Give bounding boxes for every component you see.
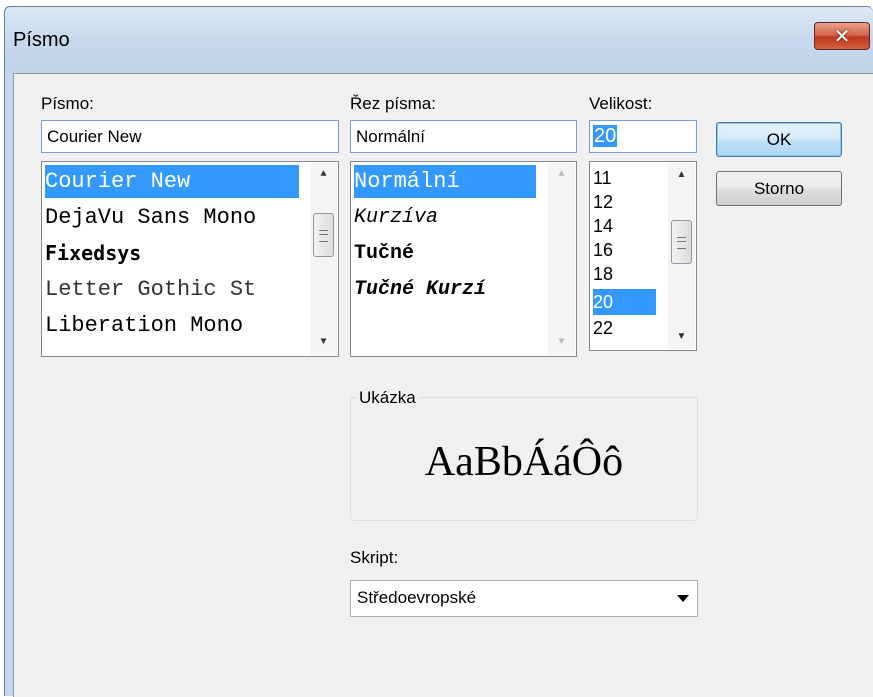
style-list-item-italic[interactable]: Kurzíva <box>354 201 438 234</box>
font-size-value: 20 <box>593 125 618 147</box>
size-list-item[interactable]: 22 <box>593 316 613 340</box>
font-list-item-liberation-mono[interactable]: Liberation Mono <box>45 309 243 342</box>
sample-text: AaBbÁáÔô <box>424 439 624 485</box>
style-list-item-normal[interactable]: Normální <box>354 165 536 198</box>
close-icon: ✕ <box>833 24 851 48</box>
dialog-client-area: Písmo: Courier New Courier New DejaVu Sa… <box>13 73 873 697</box>
size-list-scrollbar[interactable]: ▲ ▼ <box>668 163 695 349</box>
font-name-value: Courier New <box>47 127 142 146</box>
script-label: Skript: <box>350 548 399 567</box>
font-size-input[interactable]: 20 <box>589 120 697 153</box>
chevron-down-icon[interactable] <box>677 595 689 602</box>
scroll-thumb[interactable] <box>313 213 334 257</box>
size-label: Velikost: <box>589 94 653 113</box>
ok-button[interactable]: OK <box>716 122 842 157</box>
scroll-thumb[interactable] <box>671 220 692 264</box>
scroll-down-icon: ▼ <box>558 337 565 348</box>
size-list[interactable]: 11 12 14 16 18 20 22 ▲ ▼ <box>589 161 697 351</box>
font-list-scrollbar[interactable]: ▲ ▼ <box>310 163 337 355</box>
sample-label: Ukázka <box>356 388 419 408</box>
font-list-item-dejavu-sans-mono[interactable]: DejaVu Sans Mono <box>45 201 256 234</box>
window-title: Písmo <box>13 29 70 51</box>
scroll-up-icon[interactable]: ▲ <box>668 165 695 185</box>
size-list-item-selected[interactable]: 20 <box>593 289 656 315</box>
sample-group: AaBbÁáÔô <box>350 397 698 521</box>
scroll-down-icon[interactable]: ▼ <box>668 327 695 347</box>
font-dialog-window: Písmo ✕ Písmo: Courier New Courier New D… <box>4 6 873 697</box>
font-list-item-letter-gothic[interactable]: Letter Gothic St <box>45 273 256 306</box>
style-label: Řez písma: <box>350 94 436 113</box>
font-style-value: Normální <box>356 127 425 146</box>
script-value: Středoevropské <box>357 588 477 607</box>
style-list-item-bold-italic[interactable]: Tučné Kurzí <box>354 273 534 306</box>
style-list[interactable]: Normální Kurzíva Tučné Tučné Kurzí ▲ ▼ <box>350 161 577 357</box>
font-style-input[interactable]: Normální <box>350 120 577 153</box>
size-list-item[interactable]: 16 <box>593 238 613 262</box>
size-list-item[interactable]: 18 <box>593 262 613 286</box>
cancel-button[interactable]: Storno <box>716 171 842 206</box>
style-list-item-bold[interactable]: Tučné <box>354 237 414 270</box>
size-list-item[interactable]: 12 <box>593 190 613 214</box>
title-bar[interactable]: Písmo ✕ <box>5 7 873 73</box>
style-list-scrollbar: ▲ ▼ <box>548 163 575 355</box>
scroll-down-icon[interactable]: ▼ <box>310 333 337 353</box>
size-list-item[interactable]: 14 <box>593 214 613 238</box>
scroll-up-icon[interactable]: ▲ <box>310 165 337 185</box>
font-list-item-fixedsys[interactable]: Fixedsys <box>45 237 141 270</box>
font-label: Písmo: <box>41 94 94 113</box>
script-dropdown[interactable]: Středoevropské <box>350 580 698 617</box>
size-list-item[interactable]: 11 <box>593 166 612 190</box>
font-name-input[interactable]: Courier New <box>41 120 339 153</box>
close-button[interactable]: ✕ <box>814 22 870 50</box>
font-list[interactable]: Courier New DejaVu Sans Mono Fixedsys Le… <box>41 161 339 357</box>
scroll-up-icon: ▲ <box>558 169 565 180</box>
font-list-item-courier-new[interactable]: Courier New <box>45 165 299 198</box>
